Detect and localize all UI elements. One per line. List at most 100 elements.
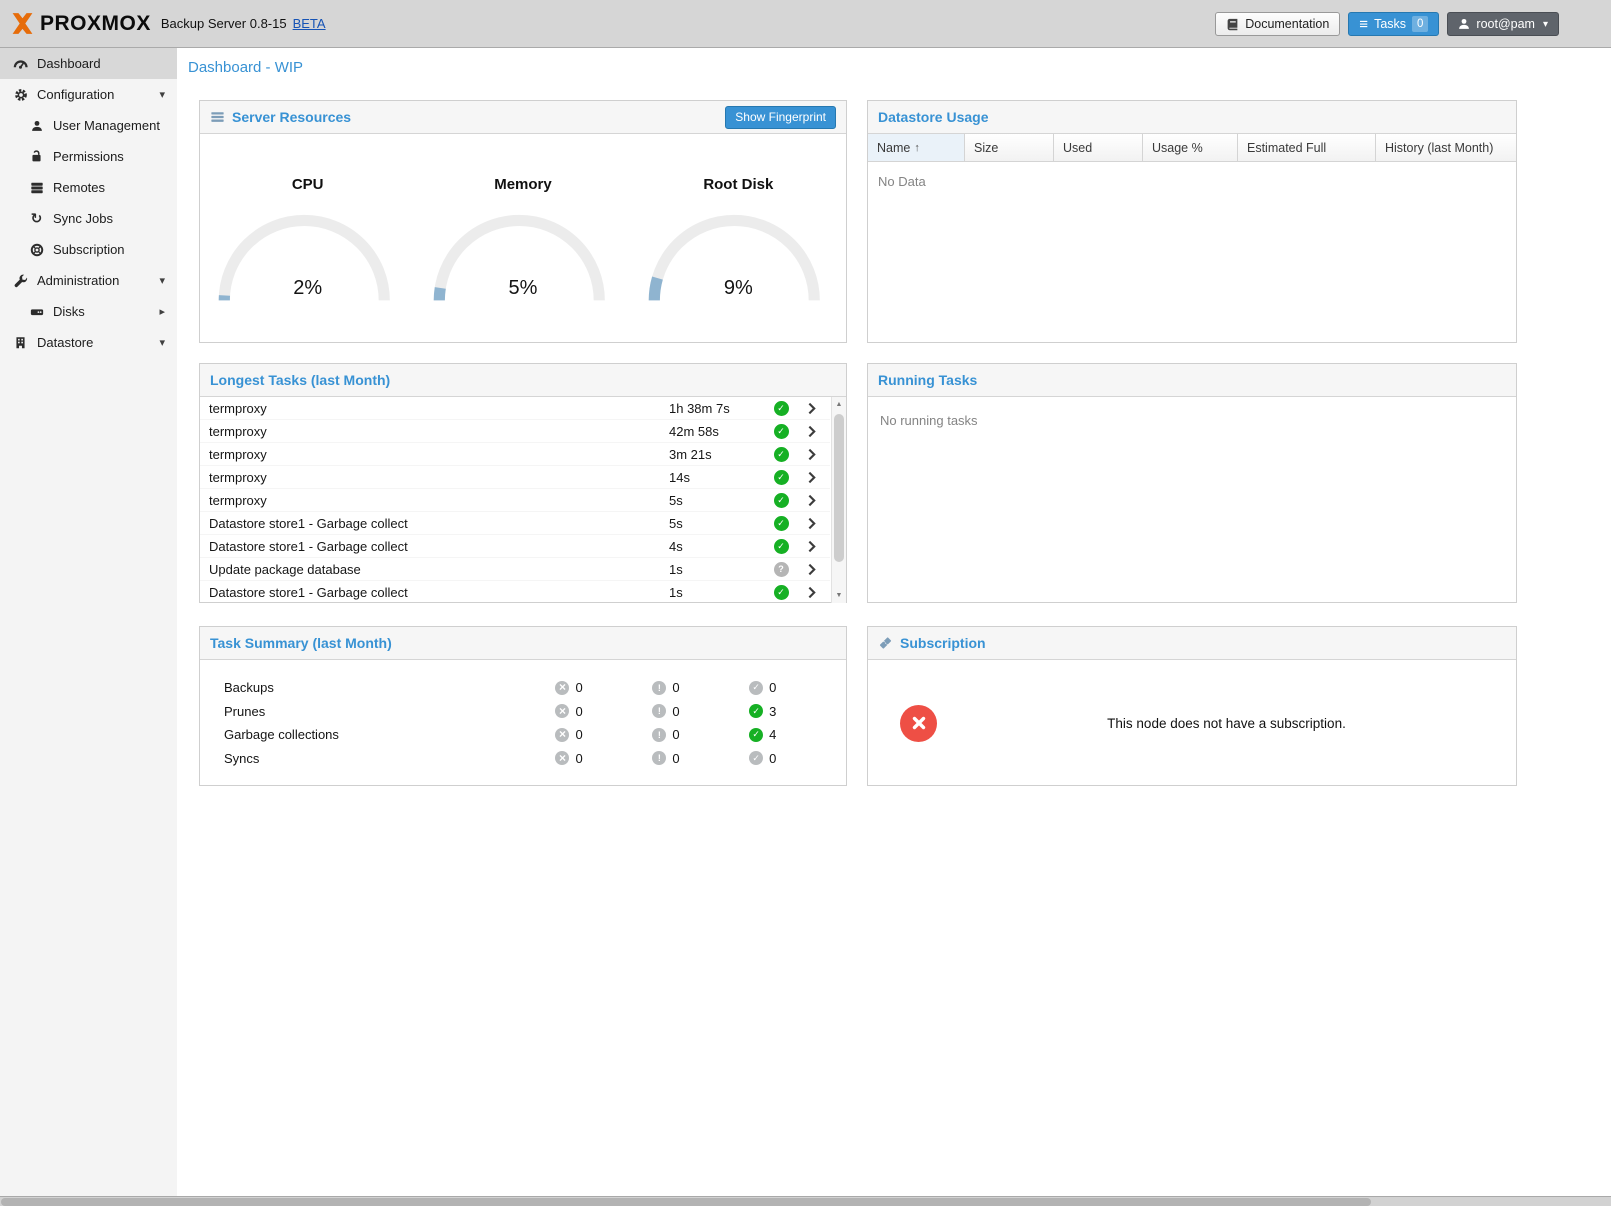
scroll-down-arrow[interactable]: ▼ xyxy=(832,588,846,603)
task-duration: 5s xyxy=(669,493,765,508)
sidebar-item-administration[interactable]: Administration ▾ xyxy=(0,265,177,296)
column-header-used[interactable]: Used xyxy=(1054,134,1143,161)
task-row[interactable]: termproxy 14s xyxy=(200,466,830,489)
panel-header: Subscription xyxy=(868,627,1516,660)
chevron-right-icon[interactable] xyxy=(797,402,827,415)
caret-down-icon: ▾ xyxy=(1543,19,1548,30)
life-ring-icon xyxy=(28,242,45,258)
task-status-icon xyxy=(774,539,789,554)
user-menu-button[interactable]: root@pam ▾ xyxy=(1447,12,1559,36)
ok-icon xyxy=(749,681,763,695)
panel-header: Server Resources Show Fingerprint xyxy=(200,101,846,134)
column-header-history[interactable]: History (last Month) xyxy=(1376,134,1516,161)
chevron-right-icon[interactable] xyxy=(797,563,827,576)
server-icon xyxy=(28,180,45,196)
topbar-actions: Documentation ≡ Tasks 0 root@pam ▾ xyxy=(1215,0,1559,48)
task-row[interactable]: Update package database 1s xyxy=(200,558,830,581)
chevron-right-icon[interactable] xyxy=(797,586,827,599)
panel-title: Longest Tasks (last Month) xyxy=(210,372,390,388)
chevron-right-icon[interactable] xyxy=(797,517,827,530)
panel-title: Datastore Usage xyxy=(878,109,989,125)
column-label: Size xyxy=(974,141,998,155)
sidebar-item-user-management[interactable]: User Management xyxy=(0,110,177,141)
gears-icon xyxy=(12,87,29,103)
gauge-value: 9% xyxy=(645,277,831,300)
tasks-button[interactable]: ≡ Tasks 0 xyxy=(1348,12,1439,36)
panel-title: Running Tasks xyxy=(878,372,977,388)
warning-icon xyxy=(652,751,666,765)
task-duration: 14s xyxy=(669,470,765,485)
summary-label: Syncs xyxy=(224,751,555,766)
task-duration: 1s xyxy=(669,585,765,600)
horizontal-scrollbar[interactable] xyxy=(0,1196,1611,1206)
summary-row-garbage-collections[interactable]: Garbage collections 0 0 4 xyxy=(200,723,846,747)
chevron-right-icon[interactable] xyxy=(797,494,827,507)
beta-link[interactable]: BETA xyxy=(293,16,326,31)
server-resources-panel: Server Resources Show Fingerprint CPU 2%… xyxy=(199,100,847,343)
sidebar-item-permissions[interactable]: Permissions xyxy=(0,141,177,172)
task-row[interactable]: termproxy 5s xyxy=(200,489,830,512)
error-icon xyxy=(555,751,569,765)
task-row[interactable]: termproxy 3m 21s xyxy=(200,443,830,466)
ok-count: 0 xyxy=(769,680,776,695)
task-duration: 1h 38m 7s xyxy=(669,401,765,416)
summary-row-syncs[interactable]: Syncs 0 0 0 xyxy=(200,747,846,771)
column-header-estimated-full[interactable]: Estimated Full xyxy=(1238,134,1376,161)
ticket-icon xyxy=(878,636,893,650)
tachometer-icon xyxy=(12,56,29,72)
no-subscription-icon xyxy=(900,705,937,742)
sidebar-item-datastore[interactable]: Datastore ▾ xyxy=(0,327,177,358)
hdd-icon xyxy=(28,304,45,320)
ok-count: 0 xyxy=(769,751,776,766)
expand-caret-icon[interactable]: ▾ xyxy=(159,274,165,287)
warning-count: 0 xyxy=(672,751,679,766)
task-row[interactable]: termproxy 1h 38m 7s xyxy=(200,397,830,420)
datastore-usage-panel: Datastore Usage Name ↑ Size Used Usage %… xyxy=(867,100,1517,343)
column-label: Used xyxy=(1063,141,1092,155)
expand-right-caret-icon[interactable]: ▸ xyxy=(159,305,165,318)
sidebar-item-remotes[interactable]: Remotes xyxy=(0,172,177,203)
server-resources-icon xyxy=(210,110,225,124)
column-header-name[interactable]: Name ↑ xyxy=(868,134,965,161)
expand-caret-icon[interactable]: ▾ xyxy=(159,88,165,101)
sidebar-item-sync-jobs[interactable]: ↻ Sync Jobs xyxy=(0,203,177,234)
task-duration: 1s xyxy=(669,562,765,577)
task-name: termproxy xyxy=(209,493,669,508)
chevron-right-icon[interactable] xyxy=(797,425,827,438)
cpu-gauge: CPU 2% xyxy=(200,134,415,343)
refresh-icon: ↻ xyxy=(28,211,45,227)
task-duration: 5s xyxy=(669,516,765,531)
horizontal-scrollbar-thumb[interactable] xyxy=(1,1198,1371,1206)
task-row[interactable]: Datastore store1 - Garbage collect 5s xyxy=(200,512,830,535)
scrollbar-thumb[interactable] xyxy=(834,414,844,562)
summary-row-prunes[interactable]: Prunes 0 0 3 xyxy=(200,700,846,724)
chevron-right-icon[interactable] xyxy=(797,448,827,461)
sidebar-item-configuration[interactable]: Configuration ▾ xyxy=(0,79,177,110)
longest-tasks-panel: Longest Tasks (last Month) termproxy 1h … xyxy=(199,363,847,603)
sidebar-item-label: Subscription xyxy=(53,242,125,257)
documentation-button[interactable]: Documentation xyxy=(1215,12,1340,36)
task-row[interactable]: Datastore store1 - Garbage collect 1s xyxy=(200,581,830,603)
sidebar-item-dashboard[interactable]: Dashboard xyxy=(0,48,177,79)
sidebar-item-label: User Management xyxy=(53,118,160,133)
sidebar-item-disks[interactable]: Disks ▸ xyxy=(0,296,177,327)
column-header-usage-percent[interactable]: Usage % xyxy=(1143,134,1238,161)
expand-caret-icon[interactable]: ▾ xyxy=(159,336,165,349)
chevron-right-icon[interactable] xyxy=(797,540,827,553)
sidebar-item-subscription[interactable]: Subscription xyxy=(0,234,177,265)
show-fingerprint-button[interactable]: Show Fingerprint xyxy=(725,106,836,129)
summary-row-backups[interactable]: Backups 0 0 0 xyxy=(200,676,846,700)
sidebar: Dashboard Configuration ▾ User Managemen… xyxy=(0,48,177,1196)
sidebar-item-label: Administration xyxy=(37,273,119,288)
column-header-size[interactable]: Size xyxy=(965,134,1054,161)
task-row[interactable]: termproxy 42m 58s xyxy=(200,420,830,443)
task-row[interactable]: Datastore store1 - Garbage collect 4s xyxy=(200,535,830,558)
scroll-up-arrow[interactable]: ▲ xyxy=(832,397,846,412)
root-disk-gauge: Root Disk 9% xyxy=(631,134,846,343)
user-name-label: root@pam xyxy=(1476,17,1535,31)
user-icon xyxy=(1458,18,1470,30)
chevron-right-icon[interactable] xyxy=(797,471,827,484)
task-name: Datastore store1 - Garbage collect xyxy=(209,585,669,600)
vertical-scrollbar[interactable]: ▲ ▼ xyxy=(831,397,846,603)
panel-title: Server Resources xyxy=(232,109,351,125)
